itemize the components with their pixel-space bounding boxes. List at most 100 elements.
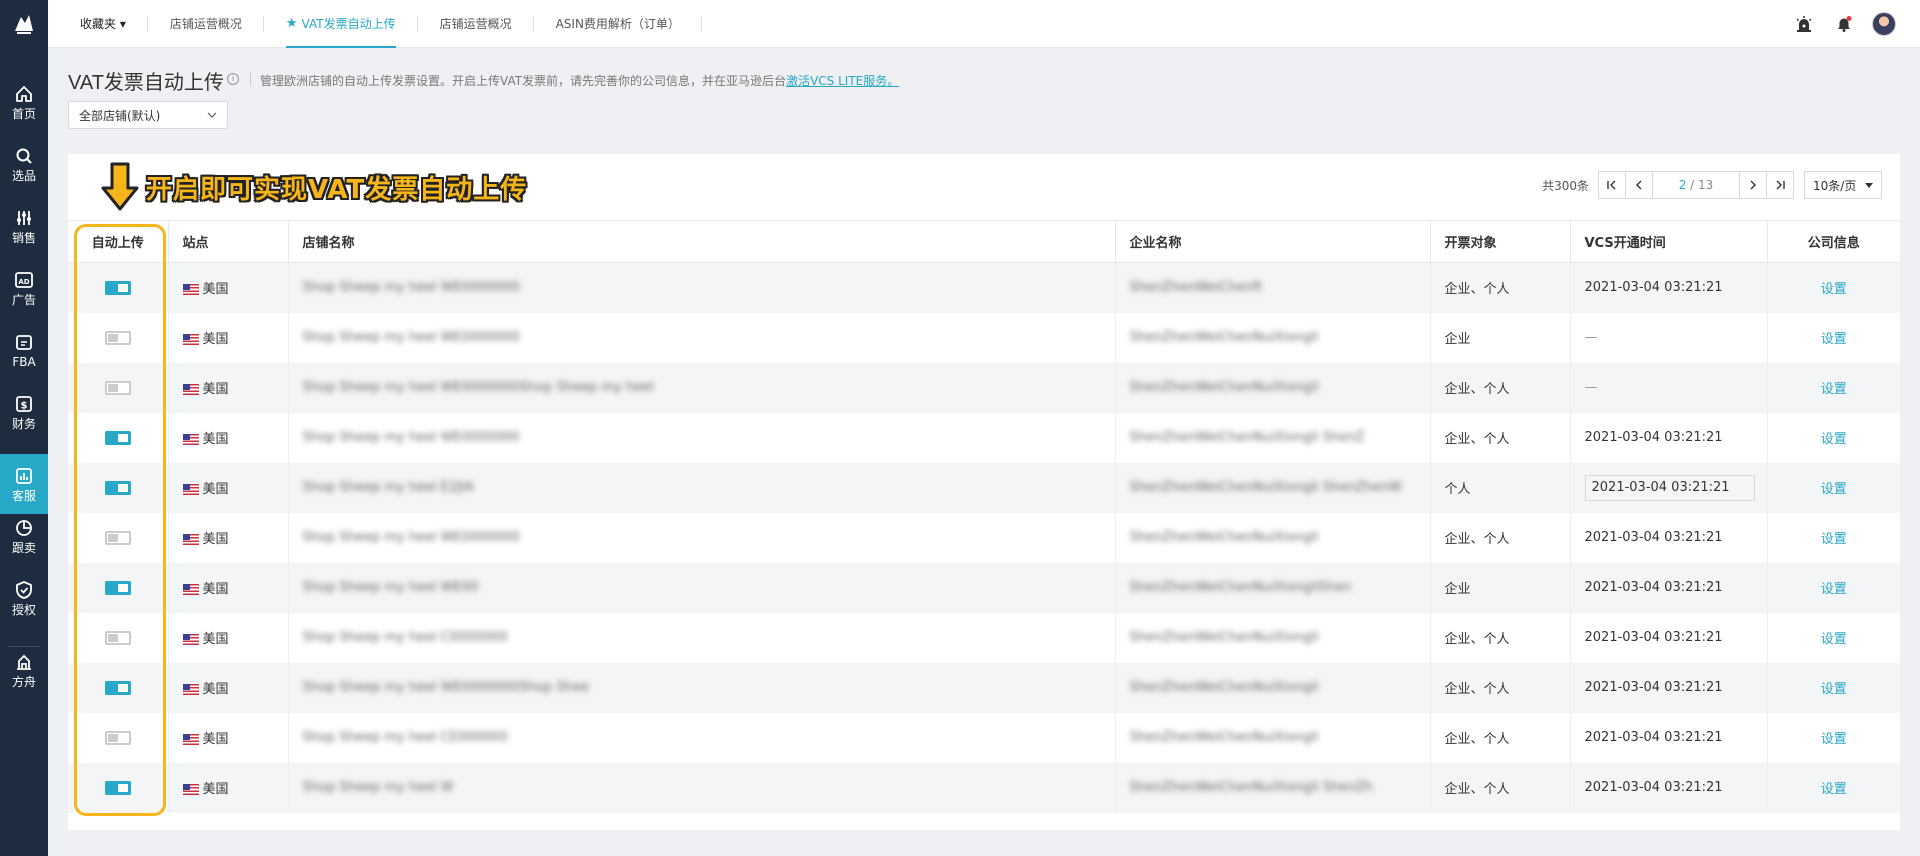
settings-link[interactable]: 设置 (1821, 632, 1847, 647)
fba-icon (16, 334, 32, 350)
site-name: 美国 (202, 482, 229, 497)
total-count: 共300条 (1542, 178, 1589, 193)
settings-link[interactable]: 设置 (1821, 282, 1847, 297)
last-page-button[interactable] (1766, 171, 1794, 199)
sidebar-item-label: 财务 (11, 416, 36, 431)
ark-icon (17, 654, 31, 670)
sidebar-item-finance[interactable]: $ 财务 (0, 382, 48, 442)
sidebar-item-label: FBA (12, 354, 36, 369)
first-page-button[interactable] (1598, 171, 1626, 199)
company-name: ShenZhenWeiChenNuiXiongli ShenZ (1129, 430, 1365, 445)
table-row: 美国 Shop Sheep my heel WE0000000Shop Sheep… (68, 362, 1900, 413)
sidebar-item-follow-sell[interactable]: 跟卖 (0, 506, 48, 566)
finance-icon: $ (16, 395, 32, 412)
auto-upload-toggle[interactable] (104, 680, 131, 695)
sidebar-item-label: 跟卖 (11, 540, 36, 555)
sidebar-item-service[interactable]: 客服 (0, 454, 48, 514)
page-indicator[interactable]: 2 / 13 (1652, 171, 1740, 199)
auto-upload-toggle[interactable] (104, 480, 131, 495)
vcs-time-input[interactable]: 2021-03-04 03:21:21 (1584, 474, 1755, 501)
sidebar-item-fba[interactable]: FBA (0, 320, 48, 380)
activate-vcs-link[interactable]: 激活VCS LITE服务。 (786, 74, 899, 88)
company-name: ShenZhenWeiChenNuiXiongli ShenZh (1129, 780, 1373, 795)
sidebar-item-ad[interactable]: AD 广告 (0, 258, 48, 318)
settings-link[interactable]: 设置 (1821, 682, 1847, 697)
settings-link[interactable]: 设置 (1821, 332, 1847, 347)
auto-upload-toggle[interactable] (104, 580, 131, 595)
store-name: Shop Sheep my heel WE0000000 (302, 430, 520, 445)
col-store-name: 店铺名称 (287, 220, 1115, 263)
sidebar-item-search[interactable]: 选品 (0, 134, 48, 194)
svg-text:AD: AD (18, 278, 29, 286)
sidebar-item-label: 客服 (11, 488, 36, 503)
settings-link[interactable]: 设置 (1821, 782, 1847, 797)
favorites-menu[interactable]: 收藏夹 ▾ (48, 0, 148, 48)
app-logo[interactable] (0, 0, 48, 48)
prev-page-button[interactable] (1625, 171, 1653, 199)
tab-asin-fee[interactable]: ASIN费用解析（订单） (534, 0, 702, 48)
table-header-row: 自动上传 站点 店铺名称 企业名称 开票对象 VCS开通时间 公司信息 (68, 220, 1900, 263)
sales-icon (17, 210, 31, 225)
us-flag-icon (182, 734, 199, 745)
company-name: ShenZhenWeiChenNuiXiongli (1129, 680, 1319, 695)
home-icon (16, 85, 32, 102)
auto-upload-toggle[interactable] (104, 380, 131, 395)
us-flag-icon (182, 334, 199, 345)
col-company-info: 公司信息 (1766, 220, 1900, 263)
table-row: 美国 Shop Sheep my heel WE0000000 ShenZhenWe… (68, 412, 1900, 463)
settings-link[interactable]: 设置 (1821, 582, 1847, 597)
sidebar-item-ark[interactable]: 方舟 (0, 640, 48, 700)
invoice-target: 企业 (1444, 582, 1471, 597)
table-row: 美国 Shop Sheep my heel C0000000 ShenZhenWei… (68, 612, 1900, 663)
auto-upload-toggle[interactable] (104, 630, 131, 645)
star-icon: ★ (285, 16, 298, 31)
store-filter-value: 全部店铺(默认) (79, 108, 161, 123)
alarm-icon[interactable] (1792, 12, 1816, 36)
company-name: ShenZhenWeiChenNuiXiongliShen (1129, 580, 1352, 595)
ad-icon: AD (15, 271, 33, 288)
store-name: Shop Sheep my heel CE000000 (302, 730, 508, 745)
search-icon (16, 148, 32, 164)
vcs-time: 2021-03-04 03:21:21 (1584, 630, 1723, 645)
auto-upload-toggle[interactable] (104, 780, 131, 795)
settings-link[interactable]: 设置 (1821, 532, 1847, 547)
page-size-value: 10条/页 (1813, 178, 1857, 193)
page-size-select[interactable]: 10条/页 (1804, 171, 1882, 199)
settings-link[interactable]: 设置 (1821, 732, 1847, 747)
col-auto-upload: 自动上传 (68, 220, 168, 263)
site-name: 美国 (202, 632, 229, 647)
settings-link[interactable]: 设置 (1821, 432, 1847, 447)
description-text: 管理欧洲店铺的自动上传发票设置。开启上传VAT发票前，请先完善你的公司信息，并在… (260, 74, 787, 88)
table-row: 美国 Shop Sheep my heel CE000000 ShenZhenWei… (68, 712, 1900, 763)
user-avatar[interactable] (1872, 12, 1896, 36)
auto-upload-toggle[interactable] (104, 430, 131, 445)
us-flag-icon (182, 634, 199, 645)
auto-upload-toggle[interactable] (104, 330, 131, 345)
tab-store-overview-2[interactable]: 店铺运营概况 (418, 0, 534, 48)
sidebar-item-auth[interactable]: 授权 (0, 568, 48, 628)
total-pages: / 13 (1690, 178, 1714, 192)
settings-link[interactable]: 设置 (1821, 482, 1847, 497)
invoice-target: 企业、个人 (1444, 632, 1510, 647)
site-name: 美国 (202, 282, 229, 298)
sidebar-item-home[interactable]: 首页 (0, 72, 48, 132)
company-name: ShenZhenWeiChenNuiXiongli (1129, 380, 1319, 395)
current-page: 2 (1678, 178, 1687, 192)
sidebar-item-sales[interactable]: 销售 (0, 196, 48, 256)
vcs-time: 2021-03-04 03:21:21 (1584, 780, 1723, 795)
tab-vat-upload[interactable]: ★ VAT发票自动上传 (264, 0, 418, 48)
bell-icon[interactable] (1832, 12, 1856, 36)
store-filter-select[interactable]: 全部店铺(默认) (68, 101, 228, 129)
next-page-button[interactable] (1739, 171, 1767, 199)
info-icon[interactable]: i (227, 73, 239, 85)
auto-upload-toggle[interactable] (104, 730, 131, 745)
svg-text:$: $ (21, 400, 28, 411)
col-invoice-target: 开票对象 (1429, 220, 1570, 263)
settings-link[interactable]: 设置 (1821, 382, 1847, 397)
follow-sell-icon (16, 519, 32, 536)
auto-upload-toggle[interactable] (104, 280, 131, 295)
vcs-time: — (1584, 380, 1598, 395)
tab-store-overview[interactable]: 店铺运营概况 (148, 0, 264, 48)
top-nav: 收藏夹 ▾ 店铺运营概况 ★ VAT发票自动上传 店铺运营概况 ASIN费用解析… (48, 0, 1920, 48)
auto-upload-toggle[interactable] (104, 530, 131, 545)
